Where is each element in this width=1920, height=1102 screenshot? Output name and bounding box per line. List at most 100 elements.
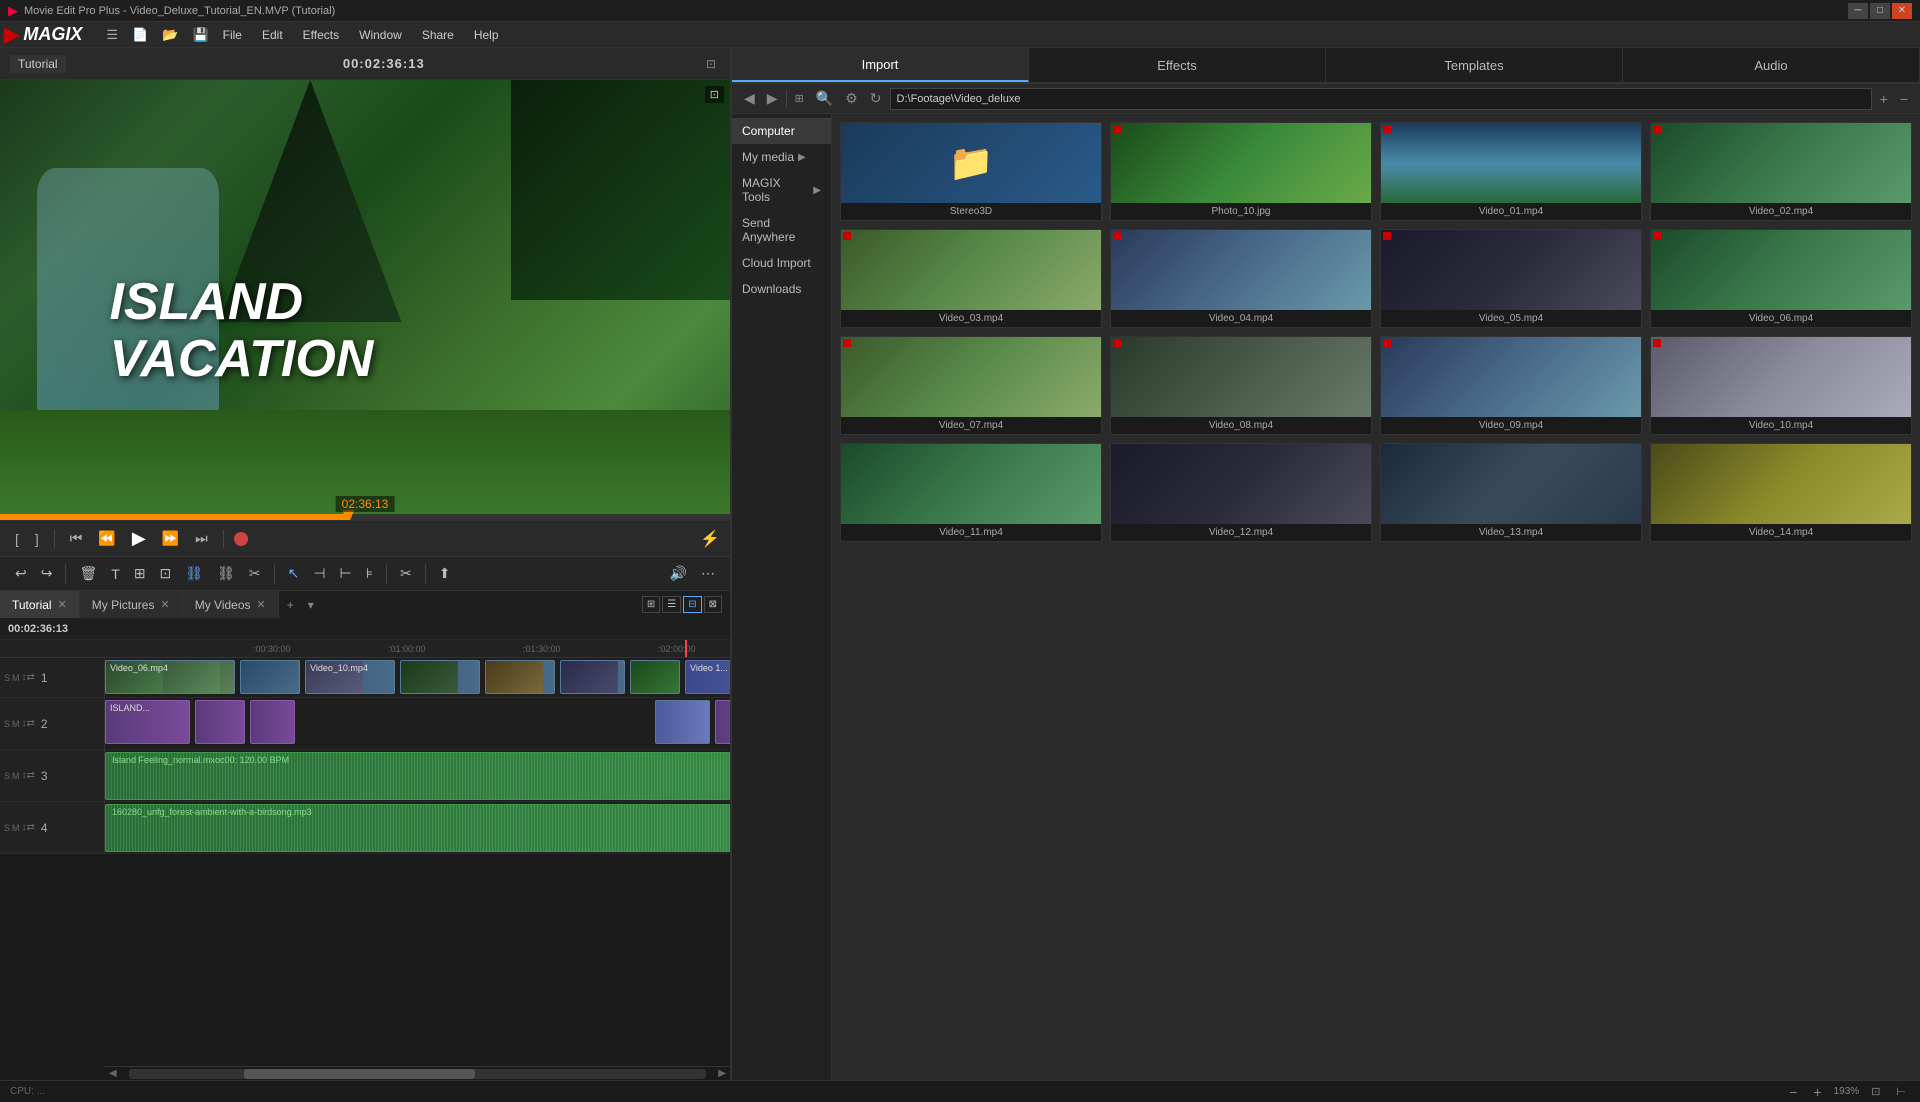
media-item-stereo3d[interactable]: 📁 Stereo3D <box>840 122 1102 221</box>
video-clip-5[interactable] <box>485 660 555 694</box>
track-area-3[interactable]: Island Feeling_normal.mxoc00: 120.00 BPM <box>105 750 730 801</box>
track3-m[interactable]: M <box>12 771 20 781</box>
export-button[interactable]: ⬆ <box>434 562 456 585</box>
menu-window[interactable]: Window <box>349 26 412 44</box>
play-button[interactable]: ▶ <box>127 525 151 552</box>
track1-s[interactable]: S <box>4 673 10 683</box>
tab-tutorial-close[interactable]: ✕ <box>58 598 67 611</box>
photo-clip-1[interactable] <box>195 700 245 744</box>
bracket-out-button[interactable]: ] <box>30 528 44 550</box>
track2-arrows[interactable]: ↕⇄ <box>22 718 35 729</box>
sidebar-item-magix-tools[interactable]: MAGIX Tools ▶ <box>732 170 831 210</box>
media-item-video12[interactable]: Video_12.mp4 <box>1110 443 1372 542</box>
media-item-video06[interactable]: Video_06.mp4 <box>1650 229 1912 328</box>
media-item-video14[interactable]: Video_14.mp4 <box>1650 443 1912 542</box>
lightning-button[interactable]: ⚡ <box>700 529 720 549</box>
open-icon[interactable]: 📂 <box>158 25 182 45</box>
media-item-video01[interactable]: Video_01.mp4 <box>1380 122 1642 221</box>
tl-storyboard-view[interactable]: ⊞ <box>642 596 660 613</box>
cut-button[interactable]: ✂ <box>244 562 266 585</box>
menu-share[interactable]: Share <box>412 26 464 44</box>
track2-s[interactable]: S <box>4 719 10 729</box>
nav-refresh-button[interactable]: ↻ <box>866 88 886 109</box>
track-area-4[interactable]: 160280_unfg_forest-ambient-with-a-birdso… <box>105 802 730 853</box>
photo-clip-3[interactable] <box>655 700 710 744</box>
volume-button[interactable]: 🔊 <box>665 562 692 585</box>
unlink-button[interactable]: ⛓ <box>212 562 240 585</box>
track1-arrows[interactable]: ↕⇄ <box>22 672 35 683</box>
nav-back-button[interactable]: ◀ <box>740 88 759 109</box>
track2-m[interactable]: M <box>12 719 20 729</box>
sidebar-item-downloads[interactable]: Downloads <box>732 276 831 302</box>
track3-arrows[interactable]: ↕⇄ <box>22 770 35 781</box>
zoom-out-button[interactable]: − <box>1785 1082 1801 1102</box>
tab-audio[interactable]: Audio <box>1623 48 1920 82</box>
timeline-tab-add[interactable]: + <box>279 591 302 618</box>
timeline-tab-dropdown[interactable]: ▾ <box>302 591 320 618</box>
photo-clip-2[interactable] <box>250 700 295 744</box>
step-forward-button[interactable]: ⏩ <box>157 527 184 550</box>
step-back-button[interactable]: ⏪ <box>93 527 120 550</box>
tl-timeline-view[interactable]: ⊟ <box>683 596 701 613</box>
media-item-video13[interactable]: Video_13.mp4 <box>1380 443 1642 542</box>
media-item-video07[interactable]: Video_07.mp4 <box>840 336 1102 435</box>
skip-to-start-button[interactable]: ⏮ <box>65 527 88 550</box>
video-clip-1[interactable]: Video_06.mp4 <box>105 660 235 694</box>
track4-arrows[interactable]: ↕⇄ <box>22 822 35 833</box>
video-clip-7[interactable] <box>630 660 680 694</box>
sidebar-item-my-media[interactable]: My media ▶ <box>732 144 831 170</box>
select-tool[interactable]: ↖ <box>283 562 305 585</box>
delete-button[interactable]: 🗑 <box>74 562 102 585</box>
audio-clip-1[interactable]: Island Feeling_normal.mxoc00: 120.00 BPM <box>105 752 730 800</box>
tab-templates[interactable]: Templates <box>1326 48 1623 82</box>
preview-fullscreen-button[interactable]: ⊡ <box>702 55 720 73</box>
menu-file[interactable]: File <box>213 26 252 44</box>
timeline[interactable]: :00:30:00 :01:00:00 :01:30:00 :02:00:00 … <box>0 640 730 1080</box>
scissors-button[interactable]: ✂ <box>395 562 417 585</box>
new-icon[interactable]: 📄 <box>128 25 152 45</box>
tl-list-view[interactable]: ☰ <box>662 596 681 613</box>
media-item-video04[interactable]: Video_04.mp4 <box>1110 229 1372 328</box>
razor-tool[interactable]: ⊧ <box>361 562 378 585</box>
zoom-in-button[interactable]: + <box>1809 1082 1825 1102</box>
nav-grid-button[interactable]: ⊞ <box>791 90 808 107</box>
fit-view-button[interactable]: ⊡ <box>1867 1083 1884 1100</box>
track-area-2[interactable]: ISLAND... <box>105 698 730 749</box>
tab-effects[interactable]: Effects <box>1029 48 1326 82</box>
media-item-video10[interactable]: Video_10.mp4 <box>1650 336 1912 435</box>
media-item-video05[interactable]: Video_05.mp4 <box>1380 229 1642 328</box>
media-item-video03[interactable]: Video_03.mp4 <box>840 229 1102 328</box>
nav-add-button[interactable]: + <box>1876 89 1892 109</box>
media-item-video09[interactable]: Video_09.mp4 <box>1380 336 1642 435</box>
video-clip-3[interactable]: Video_10.mp4 <box>305 660 395 694</box>
timeline-end-button[interactable]: ⊢ <box>1892 1083 1910 1100</box>
title-clip-1[interactable]: ISLAND... <box>105 700 190 744</box>
record-button[interactable] <box>234 532 248 546</box>
save-icon[interactable]: 💾 <box>188 25 212 45</box>
scrollbar-thumb[interactable] <box>244 1069 475 1079</box>
menu-effects[interactable]: Effects <box>293 26 349 44</box>
tab-pictures-close[interactable]: ✕ <box>160 598 169 611</box>
timeline-tab-tutorial[interactable]: Tutorial ✕ <box>0 591 80 618</box>
nav-remove-button[interactable]: − <box>1896 89 1912 109</box>
media-item-video02[interactable]: Video_02.mp4 <box>1650 122 1912 221</box>
track1-m[interactable]: M <box>12 673 20 683</box>
maximize-button[interactable]: □ <box>1870 3 1890 19</box>
split-tool[interactable]: ⊢ <box>335 562 357 585</box>
track4-m[interactable]: M <box>12 823 20 833</box>
path-input[interactable] <box>890 88 1872 110</box>
snap-button[interactable]: ⊞ <box>129 562 151 585</box>
skip-to-end-button[interactable]: ⏭ <box>190 527 213 550</box>
scroll-right-button[interactable]: ▶ <box>718 1068 726 1079</box>
scroll-left-button[interactable]: ◀ <box>109 1068 117 1079</box>
timeline-tab-my-pictures[interactable]: My Pictures ✕ <box>80 591 183 618</box>
tl-expand-view[interactable]: ⊠ <box>704 596 722 613</box>
close-button[interactable]: ✕ <box>1892 3 1912 19</box>
video-clip-8[interactable]: Video 1... <box>685 660 730 694</box>
photo-clip-4[interactable] <box>715 700 730 744</box>
more-button[interactable]: ⋯ <box>696 562 720 585</box>
undo-button[interactable]: ↩ <box>10 562 32 585</box>
menu-edit[interactable]: Edit <box>252 26 293 44</box>
track4-s[interactable]: S <box>4 823 10 833</box>
sidebar-item-computer[interactable]: Computer <box>732 118 831 144</box>
